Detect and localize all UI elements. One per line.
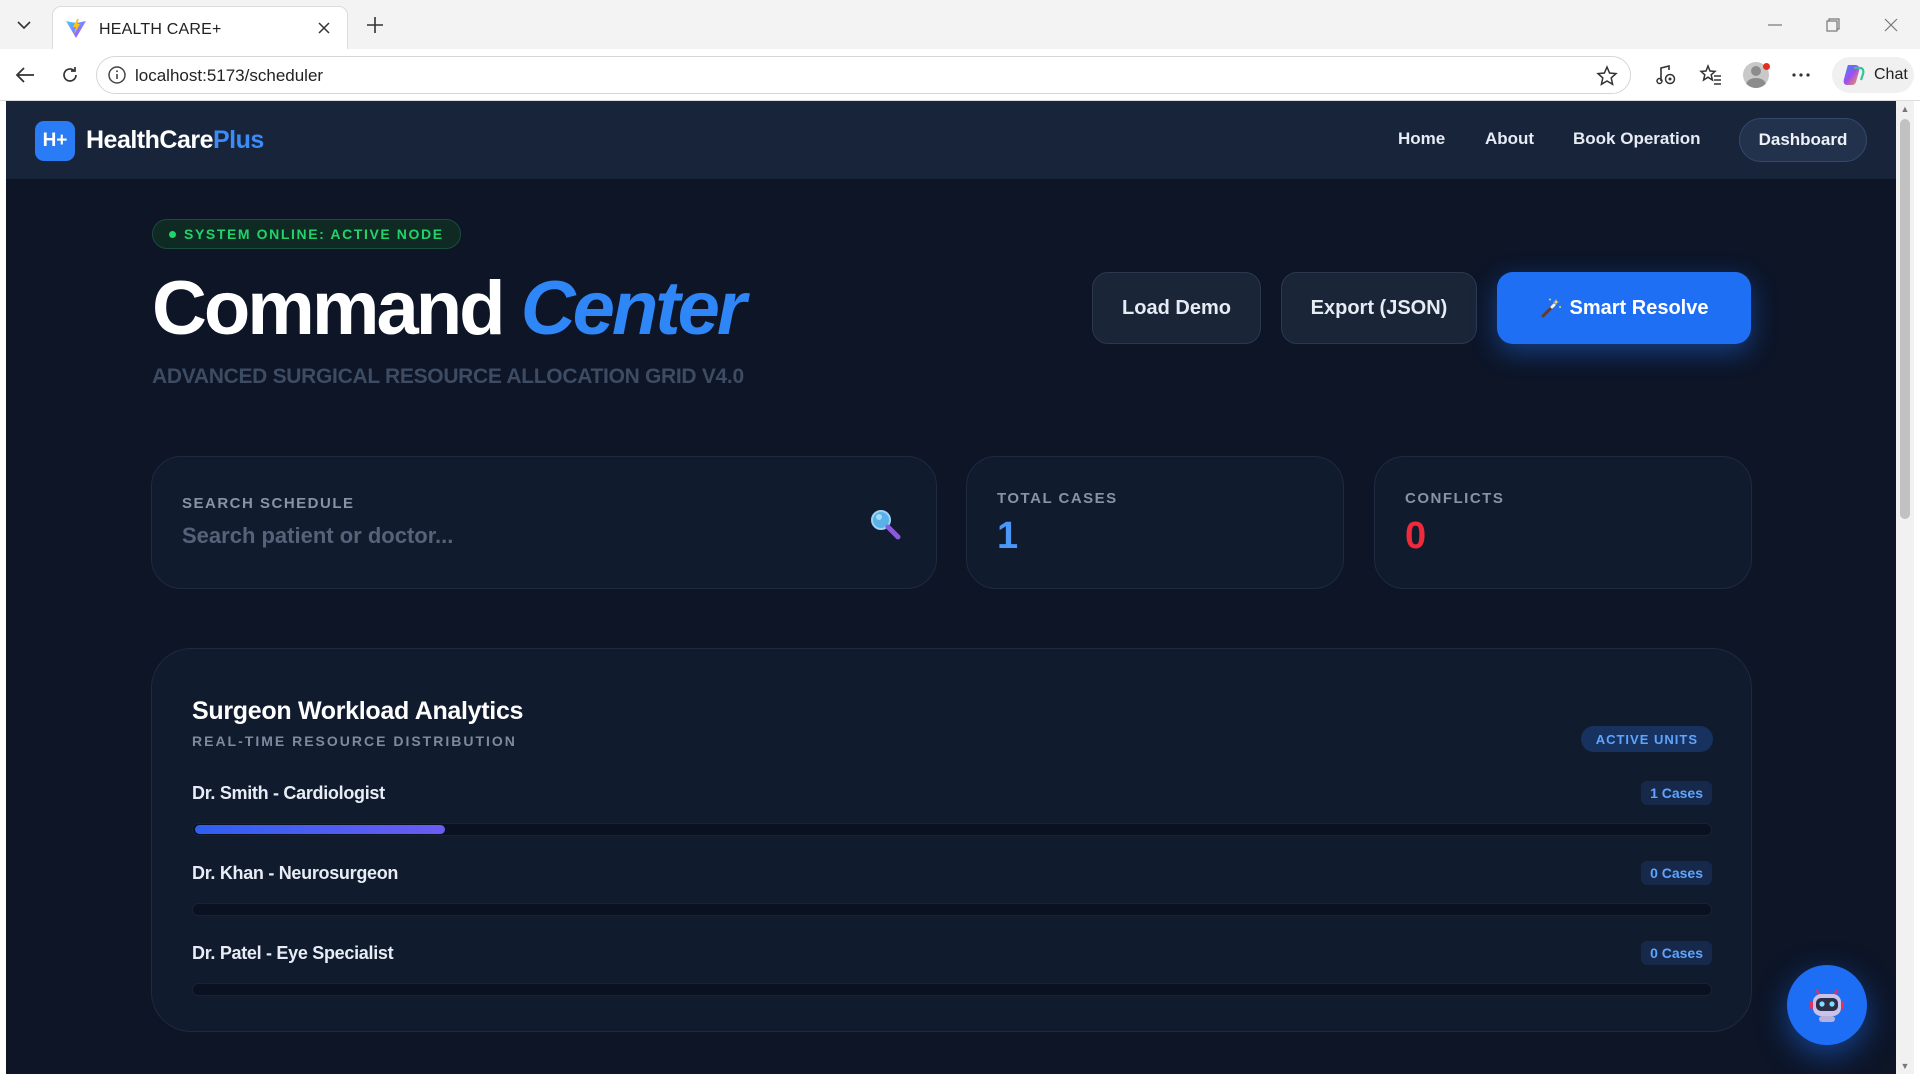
load-demo-label: Load Demo <box>1122 296 1231 319</box>
dashboard-button[interactable]: Dashboard <box>1739 118 1867 162</box>
chat-label: Chat <box>1874 66 1908 83</box>
more-options-icon[interactable] <box>1787 61 1815 89</box>
robot-icon <box>1810 989 1844 1022</box>
minimize-icon[interactable] <box>1762 12 1788 38</box>
back-arrow-icon[interactable] <box>11 61 39 89</box>
conflicts-value: 0 <box>1405 515 1427 557</box>
total-cases-card: TOTAL CASES 1 <box>966 456 1344 589</box>
active-units-badge: ACTIVE UNITS <box>1580 726 1713 752</box>
scroll-thumb[interactable] <box>1900 119 1910 519</box>
case-count-badge: 0 Cases <box>1641 941 1712 965</box>
logo-accent: Plus <box>213 126 264 154</box>
workload-bar-track <box>192 983 1712 996</box>
new-tab-plus-icon[interactable] <box>362 12 388 38</box>
page-subtitle: ADVANCED SURGICAL RESOURCE ALLOCATION GR… <box>152 365 744 388</box>
total-cases-value: 1 <box>997 515 1019 557</box>
surgeon-name: Dr. Khan - Neurosurgeon <box>192 863 399 883</box>
status-text: SYSTEM ONLINE: ACTIVE NODE <box>184 226 444 242</box>
title-accent: Center <box>520 266 747 351</box>
profile-avatar-icon[interactable] <box>1742 61 1770 89</box>
analytics-subtitle: REAL-TIME RESOURCE DISTRIBUTION <box>192 733 517 749</box>
search-input[interactable]: Search patient or doctor... <box>182 523 453 549</box>
workload-bar-fill <box>195 825 446 834</box>
bookmark-star-icon[interactable] <box>1596 65 1618 87</box>
restore-icon[interactable] <box>1820 12 1846 38</box>
browser-address-bar: localhost:5173/scheduler Chat <box>0 49 1920 101</box>
chatbot-button[interactable] <box>1787 965 1867 1045</box>
browser-tab[interactable]: HEALTH CARE+ <box>52 6 348 49</box>
smart-resolve-label: Smart Resolve <box>1569 296 1709 319</box>
favorites-icon[interactable] <box>1697 61 1725 89</box>
site-info-icon[interactable] <box>107 65 127 85</box>
title-main: Command <box>152 266 506 351</box>
surgeon-name: Dr. Patel - Eye Specialist <box>192 943 394 963</box>
surgeon-row: Dr. Patel - Eye Specialist 0 Cases <box>192 941 1712 1013</box>
total-cases-label: TOTAL CASES <box>997 490 1118 507</box>
magnifier-icon[interactable] <box>868 507 902 541</box>
nav-link-home[interactable]: Home <box>1398 129 1445 149</box>
logo-badge[interactable]: H+ <box>35 121 75 161</box>
export-label: Export (JSON) <box>1310 296 1448 319</box>
media-control-icon[interactable] <box>1652 61 1680 89</box>
nav-link-book-operation[interactable]: Book Operation <box>1573 129 1701 149</box>
close-tab-icon[interactable] <box>313 17 335 39</box>
reload-icon[interactable] <box>56 61 84 89</box>
load-demo-button[interactable]: Load Demo <box>1092 272 1261 344</box>
export-json-button[interactable]: Export (JSON) <box>1281 272 1477 344</box>
workload-bar-track <box>192 903 1712 916</box>
copilot-icon <box>1843 65 1865 85</box>
url-field[interactable]: localhost:5173/scheduler <box>96 56 1631 94</box>
surgeon-name: Dr. Smith - Cardiologist <box>192 783 385 803</box>
logo-main: HealthCare <box>86 126 214 154</box>
page-scrollbar[interactable]: ▲ ▼ <box>1896 101 1914 1074</box>
conflicts-label: CONFLICTS <box>1405 490 1505 507</box>
logo-wordmark[interactable]: HealthCarePlus <box>86 126 264 155</box>
search-card[interactable]: SEARCH SCHEDULE Search patient or doctor… <box>151 456 937 589</box>
scroll-up-icon[interactable]: ▲ <box>1900 104 1910 114</box>
page-viewport: H+ HealthCarePlus Home About Book Operat… <box>6 101 1896 1074</box>
surgeon-row: Dr. Khan - Neurosurgeon 0 Cases <box>192 861 1712 933</box>
analytics-title: Surgeon Workload Analytics <box>192 697 524 725</box>
page-title: Command Center <box>152 271 746 347</box>
smart-resolve-button[interactable]: Smart Resolve <box>1497 272 1751 344</box>
copilot-chat-button[interactable]: Chat <box>1832 57 1914 93</box>
tab-title: HEALTH CARE+ <box>99 21 222 38</box>
magic-wand-icon <box>1541 298 1561 318</box>
status-dot <box>169 230 176 238</box>
browser-tab-bar: HEALTH CARE+ <box>0 0 1920 49</box>
scroll-down-icon[interactable]: ▼ <box>1900 1061 1910 1071</box>
surgeon-row: Dr. Smith - Cardiologist 1 Cases <box>192 781 1712 853</box>
search-label: SEARCH SCHEDULE <box>182 495 355 512</box>
system-status-badge: SYSTEM ONLINE: ACTIVE NODE <box>152 219 461 249</box>
conflicts-card: CONFLICTS 0 <box>1374 456 1752 589</box>
workload-bar-track <box>192 823 1712 836</box>
url-text: localhost:5173/scheduler <box>135 66 324 85</box>
case-count-badge: 1 Cases <box>1641 781 1712 805</box>
close-window-icon[interactable] <box>1878 12 1904 38</box>
nav-link-about[interactable]: About <box>1485 129 1534 149</box>
vite-favicon-icon <box>66 19 86 38</box>
case-count-badge: 0 Cases <box>1641 861 1712 885</box>
top-navbar: H+ HealthCarePlus Home About Book Operat… <box>6 101 1896 179</box>
tab-list-chevron-icon[interactable] <box>10 11 38 39</box>
workload-analytics-card: Surgeon Workload Analytics REAL-TIME RES… <box>151 648 1752 1032</box>
